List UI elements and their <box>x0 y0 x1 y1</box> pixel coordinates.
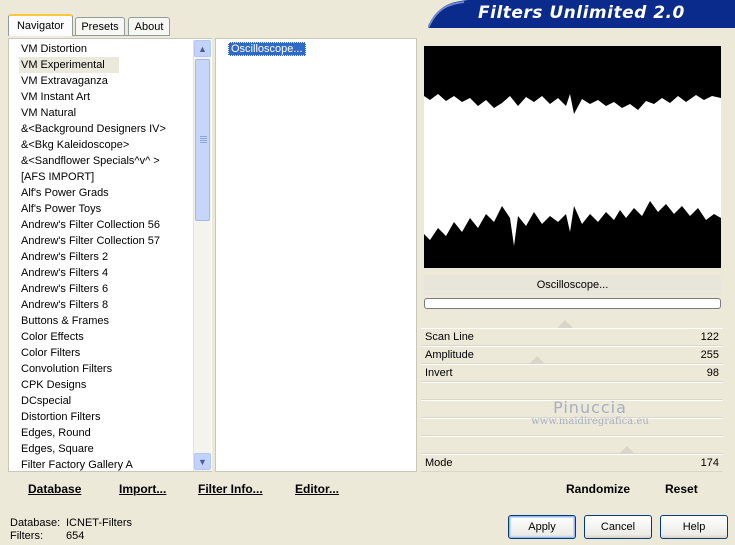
category-item[interactable]: DCspecial <box>9 393 195 409</box>
category-items: VM Distortion VM Experimental VM Extravaga… <box>9 39 195 471</box>
tab-presets[interactable]: Presets <box>75 17 125 36</box>
watermark: Pinuccia www.maidiregrafica.eu <box>500 398 680 427</box>
database-button[interactable]: Database <box>28 482 81 496</box>
category-item[interactable]: Andrew's Filters 2 <box>9 249 195 265</box>
grip-line <box>200 138 207 139</box>
param-label: Scan Line <box>425 331 474 343</box>
bottom-toolbar: Database Import... Filter Info... Editor… <box>8 474 418 500</box>
category-item[interactable]: Color Filters <box>9 345 195 361</box>
filter-info-button[interactable]: Filter Info... <box>198 482 263 496</box>
preview-image <box>424 46 721 268</box>
status-database-label: Database: <box>10 517 61 529</box>
category-item[interactable]: VM Natural <box>9 105 195 121</box>
param-label: Amplitude <box>425 349 474 361</box>
editor-button[interactable]: Editor... <box>295 482 339 496</box>
param-row[interactable]: Mode 174 <box>421 446 723 472</box>
category-item[interactable]: Color Effects <box>9 329 195 345</box>
slider-thumb[interactable] <box>557 320 574 328</box>
cancel-button[interactable]: Cancel <box>584 515 652 539</box>
category-item[interactable]: Andrew's Filters 4 <box>9 265 195 281</box>
progress-bar <box>424 298 721 309</box>
param-track <box>421 364 723 382</box>
category-item[interactable]: Distortion Filters <box>9 409 195 425</box>
apply-button[interactable]: Apply <box>508 515 576 539</box>
preview-filter-name: Oscilloscope... <box>424 275 721 295</box>
param-row[interactable] <box>421 436 723 454</box>
filter-list[interactable]: Oscilloscope... <box>215 38 417 472</box>
scroll-thumb[interactable] <box>195 59 210 221</box>
param-label: Mode <box>425 457 453 469</box>
watermark-url: www.maidiregrafica.eu <box>531 416 649 427</box>
category-item[interactable]: VM Extravaganza <box>9 73 195 89</box>
param-value: 174 <box>700 457 719 469</box>
category-item[interactable]: &<Bkg Kaleidoscope> <box>9 137 195 153</box>
category-item[interactable]: VM Distortion <box>9 41 195 57</box>
status-database-value: ICNET-Filters <box>66 517 132 529</box>
filter-item-oscilloscope[interactable]: Oscilloscope... <box>228 42 306 56</box>
app-title: Filters Unlimited 2.0 <box>478 3 685 23</box>
help-button[interactable]: Help <box>660 515 728 539</box>
param-value: 255 <box>700 349 719 361</box>
category-item[interactable]: Alf's Power Toys <box>9 201 195 217</box>
param-row[interactable]: Invert 98 <box>421 356 723 382</box>
category-item[interactable]: [AFS IMPORT] <box>9 169 195 185</box>
category-item[interactable]: Edges, Round <box>9 425 195 441</box>
category-item[interactable]: Convolution Filters <box>9 361 195 377</box>
param-value: 98 <box>706 367 719 379</box>
category-item[interactable]: Alf's Power Grads <box>9 185 195 201</box>
param-label: Invert <box>425 367 453 379</box>
category-item[interactable]: Filter Factory Gallery A <box>9 457 195 471</box>
chevron-down-icon: ▼ <box>198 456 207 467</box>
param-track <box>421 436 723 454</box>
slider-thumb[interactable] <box>618 446 635 454</box>
category-item[interactable]: &<Sandflower Specials^v^ > <box>9 153 195 169</box>
import-button[interactable]: Import... <box>119 482 166 496</box>
status-filters-label: Filters: <box>10 530 43 542</box>
status-database: Database: ICNET-Filters <box>10 517 132 529</box>
category-item[interactable]: VM Experimental <box>19 57 119 73</box>
category-item[interactable]: Andrew's Filters 8 <box>9 297 195 313</box>
chevron-up-icon: ▲ <box>198 43 207 54</box>
tab-navigator[interactable]: Navigator <box>8 14 73 36</box>
category-item[interactable]: CPK Designs <box>9 377 195 393</box>
category-item[interactable]: Buttons & Frames <box>9 313 195 329</box>
category-item[interactable]: VM Instant Art <box>9 89 195 105</box>
category-list[interactable]: VM Distortion VM Experimental VM Extravaga… <box>8 38 212 472</box>
category-item[interactable]: Andrew's Filters 6 <box>9 281 195 297</box>
scroll-up-button[interactable]: ▲ <box>194 40 211 57</box>
grip-line <box>200 140 207 141</box>
category-item[interactable]: Andrew's Filter Collection 57 <box>9 233 195 249</box>
oscilloscope-preview <box>424 46 721 268</box>
category-scrollbar[interactable]: ▲ ▼ <box>193 40 211 471</box>
tab-about[interactable]: About <box>128 17 170 36</box>
grip-line <box>200 136 207 137</box>
category-item[interactable]: Andrew's Filter Collection 56 <box>9 217 195 233</box>
category-item[interactable]: &<Background Designers IV> <box>9 121 195 137</box>
param-value: 122 <box>700 331 719 343</box>
category-item[interactable]: Edges, Square <box>9 441 195 457</box>
param-track <box>421 454 723 472</box>
title-banner: Filters Unlimited 2.0 <box>428 0 735 28</box>
scroll-down-button[interactable]: ▼ <box>194 453 211 470</box>
grip-line <box>200 142 207 143</box>
status-filters-value: 654 <box>66 530 85 542</box>
watermark-name: Pinuccia <box>553 398 627 417</box>
param-row[interactable]: Scan Line 122 <box>421 320 723 346</box>
randomize-button[interactable]: Randomize <box>566 482 630 496</box>
reset-button[interactable]: Reset <box>665 482 698 496</box>
slider-thumb[interactable] <box>528 356 545 364</box>
param-row[interactable]: Amplitude 255 <box>421 346 723 364</box>
status-filters: Filters: 654 <box>10 530 84 542</box>
